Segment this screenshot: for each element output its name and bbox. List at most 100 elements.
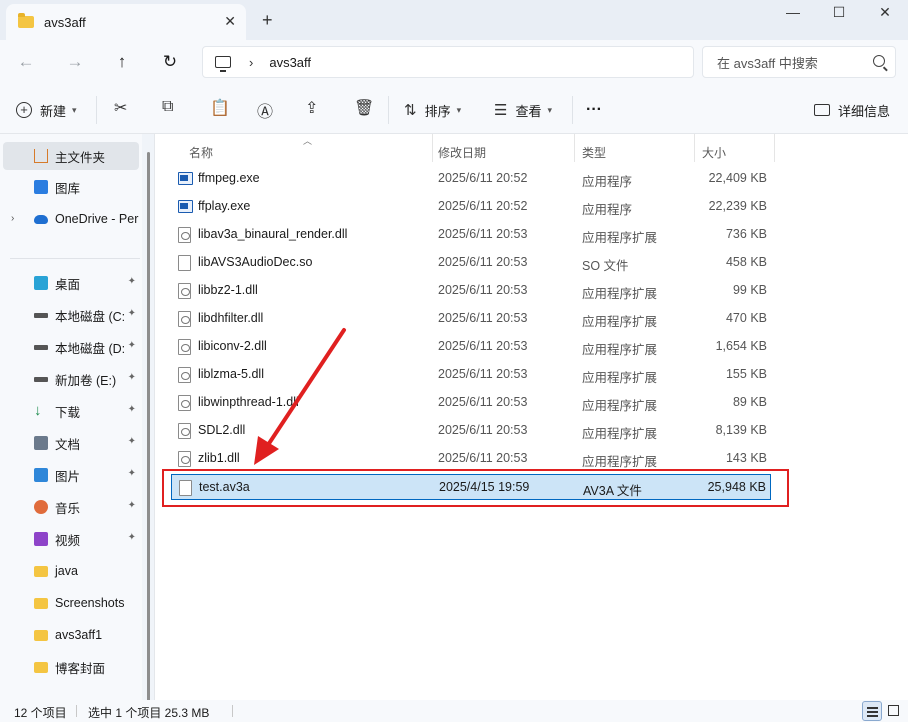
- new-tab-button[interactable]: +: [262, 10, 273, 31]
- file-row[interactable]: ffmpeg.exe 2025/6/11 20:52 应用程序 22,409 KB: [171, 166, 771, 192]
- file-row[interactable]: libwinpthread-1.dll 2025/6/11 20:53 应用程序扩展…: [171, 390, 771, 416]
- file-row[interactable]: libiconv-2.dll 2025/6/11 20:53 应用程序扩展 1,654…: [171, 334, 771, 360]
- sidebar-item[interactable]: 图片 ✦: [0, 461, 142, 489]
- details-view-button[interactable]: [862, 701, 882, 721]
- sort-ascending-icon: ︿: [303, 136, 313, 146]
- sidebar-item[interactable]: 主文件夹: [3, 142, 139, 170]
- file-type: 应用程序扩展: [582, 343, 658, 357]
- file-date: 2025/6/11 20:53: [438, 423, 528, 437]
- file-size: 22,239 KB: [708, 199, 767, 213]
- file-date: 2025/6/11 20:52: [438, 199, 528, 213]
- new-button[interactable]: + 新建 ▾: [16, 98, 77, 122]
- column-header-name[interactable]: 名称: [189, 140, 213, 164]
- sidebar-item[interactable]: 视频 ✦: [0, 525, 142, 553]
- rename-icon[interactable]: Ⓐ: [257, 98, 273, 122]
- file-row[interactable]: libav3a_binaural_render.dll 2025/6/11 20:…: [171, 222, 771, 248]
- up-button[interactable]: ↑: [110, 50, 134, 74]
- sidebar-item[interactable]: 音乐 ✦: [0, 493, 142, 521]
- column-divider[interactable]: [432, 134, 433, 162]
- file-row[interactable]: libdhfilter.dll 2025/6/11 20:53 应用程序扩展 470 …: [171, 306, 771, 332]
- navigation-scrollbar[interactable]: [147, 152, 150, 704]
- search-placeholder: 在 avs3aff 中搜索: [717, 55, 818, 71]
- file-row[interactable]: ffplay.exe 2025/6/11 20:52 应用程序 22,239 KB: [171, 194, 771, 220]
- sort-label: 排序: [424, 103, 451, 119]
- chevron-down-icon: ▾: [547, 104, 552, 115]
- breadcrumb[interactable]: avs3aff: [269, 55, 311, 70]
- file-row[interactable]: libAVS3AudioDec.so 2025/6/11 20:53 SO 文件 45…: [171, 250, 771, 276]
- pictures-icon: [34, 468, 48, 482]
- file-type: 应用程序: [582, 175, 633, 189]
- file-row[interactable]: libbz2-1.dll 2025/6/11 20:53 应用程序扩展 99 KB: [171, 278, 771, 304]
- column-divider[interactable]: [574, 134, 575, 162]
- file-type: 应用程序扩展: [582, 315, 658, 329]
- minimize-button[interactable]: —: [770, 4, 816, 24]
- file-name: libiconv-2.dll: [198, 339, 267, 353]
- sidebar-item[interactable]: 本地磁盘 (C: ✦: [0, 301, 142, 329]
- column-divider[interactable]: [774, 134, 775, 162]
- sidebar-item[interactable]: ↓ 下载 ✦: [0, 397, 142, 425]
- maximize-button[interactable]: ☐: [816, 4, 862, 24]
- tab-avs3aff[interactable]: avs3aff ✕: [6, 4, 246, 40]
- sidebar-item-label: 博客封面: [55, 661, 106, 676]
- back-button[interactable]: ←: [14, 50, 38, 74]
- close-window-button[interactable]: ✕: [862, 4, 908, 24]
- toolbar-divider: [388, 96, 389, 124]
- sidebar-item[interactable]: OneDrive - Per ›: [0, 205, 142, 233]
- toolbar-divider: [572, 96, 573, 124]
- details-pane-button[interactable]: 详细信息: [814, 98, 890, 122]
- paste-icon[interactable]: 📋: [210, 98, 230, 122]
- more-options-button[interactable]: ···: [586, 98, 602, 122]
- command-bar: + 新建 ▾ ✂ ⧉ 📋 Ⓐ ⇪ 🗑 ⇅ 排序 ▾ ☰ 查看 ▾ ··· 详细信…: [0, 84, 908, 134]
- file-size: 99 KB: [732, 283, 767, 297]
- sidebar-item[interactable]: avs3aff1: [0, 621, 142, 649]
- file-date: 2025/6/11 20:53: [438, 311, 528, 325]
- address-bar[interactable]: › avs3aff: [202, 46, 694, 78]
- sidebar-item[interactable]: 桌面 ✦: [0, 269, 142, 297]
- sidebar-item[interactable]: java: [0, 557, 142, 585]
- drive-icon: [34, 345, 48, 350]
- forward-button[interactable]: →: [63, 50, 87, 74]
- file-date: 2025/6/11 20:53: [438, 227, 528, 241]
- expand-chevron-icon[interactable]: ›: [11, 213, 14, 224]
- file-row[interactable]: SDL2.dll 2025/6/11 20:53 应用程序扩展 8,139 KB: [171, 418, 771, 444]
- close-tab-icon[interactable]: ✕: [224, 13, 236, 30]
- sidebar-item-label: java: [55, 564, 78, 578]
- file-name: zlib1.dll: [198, 451, 240, 465]
- view-button[interactable]: ☰ 查看 ▾: [494, 98, 552, 122]
- pin-icon: ✦: [127, 276, 136, 287]
- sidebar-item[interactable]: Screenshots: [0, 589, 142, 617]
- file-size: 155 KB: [725, 367, 767, 381]
- dll-file-icon: [178, 451, 191, 467]
- file-icon: [178, 255, 191, 271]
- column-header-modified[interactable]: 修改日期: [438, 140, 486, 164]
- tab-title: avs3aff: [44, 14, 86, 30]
- thumbnail-view-button[interactable]: [884, 701, 904, 721]
- breadcrumb-chevron-icon[interactable]: ›: [249, 55, 253, 70]
- sidebar-item[interactable]: 本地磁盘 (D: ✦: [0, 333, 142, 361]
- sidebar-item-label: avs3aff1: [55, 628, 103, 642]
- search-icon[interactable]: [873, 55, 885, 67]
- sidebar-item[interactable]: 图库: [0, 173, 142, 201]
- details-label: 详细信息: [838, 103, 891, 119]
- share-icon[interactable]: ⇪: [305, 98, 318, 122]
- refresh-button[interactable]: ↻: [158, 50, 182, 74]
- column-divider[interactable]: [694, 134, 695, 162]
- sidebar-item[interactable]: 新加卷 (E:) ✦: [0, 365, 142, 393]
- sidebar-item-label: 图库: [55, 181, 81, 196]
- sidebar-item-label: 本地磁盘 (C:: [55, 309, 126, 324]
- sidebar-item[interactable]: 博客封面: [0, 653, 142, 681]
- sidebar-item[interactable]: 文档 ✦: [0, 429, 142, 457]
- cut-icon[interactable]: ✂: [114, 98, 127, 122]
- file-row[interactable]: liblzma-5.dll 2025/6/11 20:53 应用程序扩展 155 KB: [171, 362, 771, 388]
- navigation-bar: ← → ↑ ↻ › avs3aff 在 avs3aff 中搜索: [0, 40, 908, 84]
- sidebar-divider: [10, 258, 140, 259]
- copy-icon[interactable]: ⧉: [162, 98, 173, 122]
- file-type: 应用程序扩展: [582, 371, 658, 385]
- search-input[interactable]: 在 avs3aff 中搜索: [702, 46, 896, 78]
- delete-icon[interactable]: 🗑: [354, 98, 374, 122]
- this-pc-icon[interactable]: [215, 56, 231, 72]
- column-header-size[interactable]: 大小: [702, 140, 726, 164]
- sort-button[interactable]: ⇅ 排序 ▾: [404, 98, 461, 122]
- column-header-type[interactable]: 类型: [582, 140, 606, 164]
- folder-icon: [34, 598, 48, 609]
